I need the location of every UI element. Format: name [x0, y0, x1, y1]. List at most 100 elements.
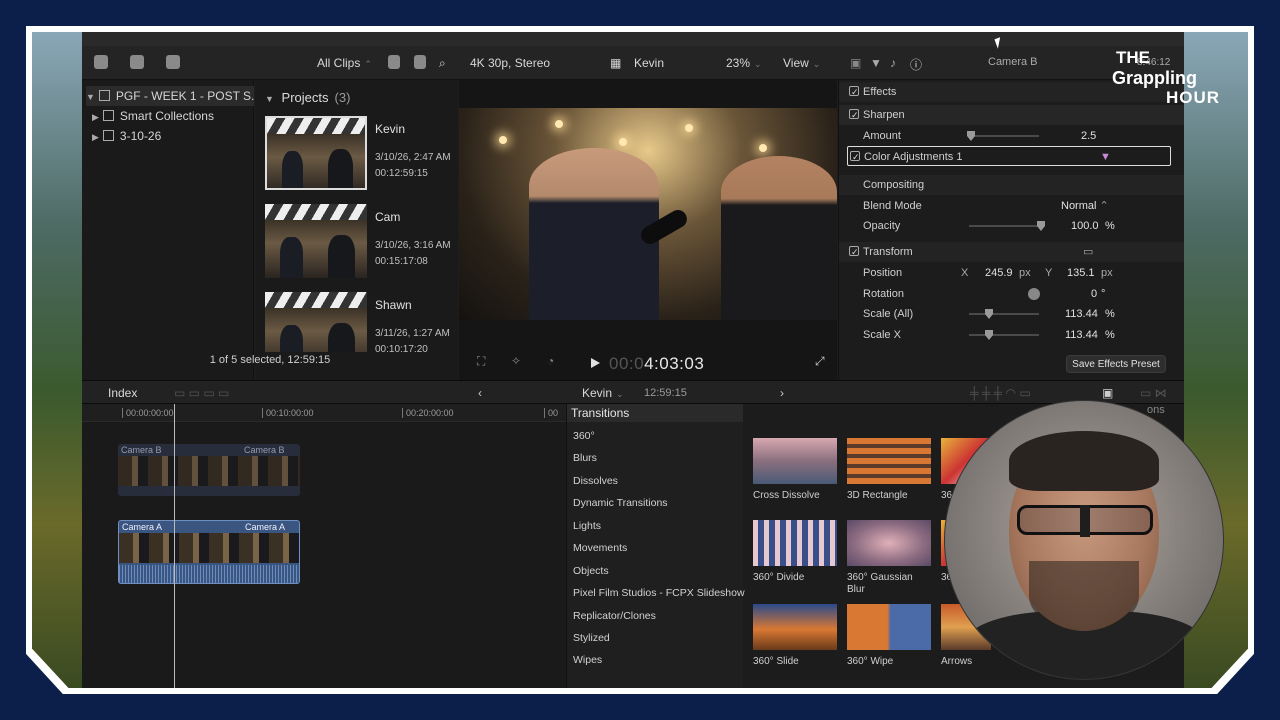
transform-tool-icon[interactable]: ⛶: [477, 354, 485, 369]
edit-tools-icon[interactable]: ▭ ▭ ▭ ▭: [174, 386, 229, 400]
project-clip-cam[interactable]: Cam 3/10/26, 3:16 AM 00:15:17:08: [265, 204, 455, 284]
ruler-tick: 00:00:00:00: [122, 408, 174, 418]
search-icon[interactable]: ⌕: [439, 56, 446, 71]
filmstrip-view-icon[interactable]: [414, 55, 426, 69]
save-effects-preset-button[interactable]: Save Effects Preset: [1066, 355, 1166, 373]
position-y-value[interactable]: 135.1: [1067, 263, 1095, 283]
chevron-updown-icon: ⌃: [1099, 200, 1109, 212]
library-item-pgf-week-1[interactable]: ▼ PGF - WEEK 1 - POST S...: [86, 86, 261, 106]
library-icon[interactable]: [94, 55, 108, 69]
rotation-value[interactable]: 0: [1091, 284, 1097, 304]
disclosure-right-icon[interactable]: ▶: [92, 132, 99, 142]
audio-inspector-icon[interactable]: ♪: [890, 56, 896, 70]
transition-tile-360-divide[interactable]: [753, 520, 837, 566]
titles-icon[interactable]: [166, 55, 180, 69]
retime-icon[interactable]: ◔: [547, 354, 554, 368]
category-item[interactable]: Pixel Film Studios - FCPX Slideshow: [573, 587, 745, 599]
opacity-value[interactable]: 100.0: [1071, 216, 1099, 236]
opacity-slider-track[interactable]: [969, 225, 1039, 227]
transition-tile-cross-dissolve[interactable]: [753, 438, 837, 484]
scale-all-value[interactable]: 113.44: [1065, 304, 1098, 324]
projects-header[interactable]: ▼ Projects (3): [265, 90, 350, 105]
opacity-slider-knob[interactable]: [1037, 221, 1045, 231]
category-item[interactable]: Dynamic Transitions: [573, 497, 668, 509]
transition-tile-360-slide[interactable]: [753, 604, 837, 650]
timeline-index-button[interactable]: Index: [108, 386, 137, 400]
effects-browser-icon[interactable]: ▣: [1102, 386, 1113, 400]
project-clip-shawn[interactable]: Shawn 3/11/26, 1:27 AM 00:10:17:20: [265, 292, 455, 352]
position-x-value[interactable]: 245.9: [985, 263, 1013, 283]
play-button[interactable]: [591, 358, 600, 368]
transform-section[interactable]: Transform ▭: [839, 242, 1184, 262]
all-clips-label: All Clips: [317, 56, 361, 70]
transform-onscreen-icon[interactable]: ▭: [1083, 242, 1093, 262]
clip-label: Camera A: [122, 522, 163, 532]
category-item[interactable]: 360°: [573, 430, 595, 442]
compositing-section[interactable]: Compositing: [839, 175, 1184, 195]
category-item[interactable]: Movements: [573, 542, 627, 554]
audio-tools-icon[interactable]: ╪ ╪ ╪ ◠ ▭: [970, 386, 1031, 400]
forward-arrow-icon[interactable]: ›: [780, 386, 784, 400]
transitions-browser-icon[interactable]: ▭ ⋈: [1140, 386, 1167, 400]
project-clip-kevin[interactable]: Kevin 3/10/26, 2:47 AM 00:12:59:15: [265, 116, 455, 196]
info-inspector-icon[interactable]: ⓘ: [910, 56, 922, 73]
category-item[interactable]: Stylized: [573, 632, 610, 644]
scale-x-slider-track[interactable]: [969, 334, 1039, 336]
all-clips-dropdown[interactable]: All Clips ⌃: [317, 56, 372, 70]
event-star-icon: [102, 130, 114, 141]
color-board-icon[interactable]: ▼: [1100, 147, 1111, 167]
disclosure-down-icon[interactable]: ▼: [265, 94, 274, 104]
clip-camera-a[interactable]: Camera A Camera A: [118, 520, 300, 584]
category-item[interactable]: Dissolves: [573, 475, 618, 487]
transition-tile-360-wipe[interactable]: [847, 604, 931, 650]
color-adjustments-checkbox[interactable]: [850, 147, 860, 167]
timeline-project-dropdown[interactable]: Kevin ⌄: [582, 386, 624, 400]
filter-inspector-icon[interactable]: ▼: [870, 56, 882, 70]
options-fragment[interactable]: ons: [1147, 404, 1165, 416]
library-item-event-3-10-26[interactable]: ▶ 3-10-26: [92, 126, 161, 146]
disclosure-down-icon[interactable]: ▼: [86, 92, 95, 102]
blend-mode-label: Blend Mode: [863, 200, 922, 212]
transform-checkbox[interactable]: [849, 242, 859, 262]
opacity-unit: %: [1105, 220, 1115, 232]
category-item[interactable]: Blurs: [573, 452, 597, 464]
timeline-ruler[interactable]: 00:00:00:00 00:10:00:00 00:20:00:00 00: [82, 404, 566, 422]
video-inspector-icon[interactable]: ▣: [850, 56, 861, 70]
scale-x-slider-knob[interactable]: [985, 330, 993, 340]
amount-slider-track[interactable]: [969, 135, 1039, 137]
timeline[interactable]: 00:00:00:00 00:10:00:00 00:20:00:00 00 C…: [82, 404, 566, 688]
view-dropdown[interactable]: View ⌄: [783, 56, 820, 70]
px-unit: px: [1101, 267, 1113, 279]
playhead[interactable]: [174, 404, 175, 688]
clip-camera-b[interactable]: Camera B Camera B: [118, 444, 300, 496]
px-unit: px: [1019, 267, 1031, 279]
list-view-icon[interactable]: [388, 55, 400, 69]
library-item-smart-collections[interactable]: ▶ Smart Collections: [92, 106, 214, 126]
sharpen-effect[interactable]: Sharpen: [839, 105, 1184, 125]
amount-value[interactable]: 2.5: [1081, 126, 1096, 146]
scale-all-slider-knob[interactable]: [985, 309, 993, 319]
category-item[interactable]: Wipes: [573, 654, 602, 666]
fullscreen-icon[interactable]: ⤢: [815, 354, 825, 369]
scale-x-value[interactable]: 113.44: [1065, 325, 1098, 345]
enhance-icon[interactable]: ✧: [511, 354, 521, 368]
blend-mode-dropdown[interactable]: Normal ⌃: [1061, 196, 1109, 216]
viewer-video-frame[interactable]: [459, 108, 837, 320]
viewer-panel: ⛶ ✧ ◔ 00:04:03:03 ⤢: [459, 80, 837, 380]
ruler-tick: 00:10:00:00: [262, 408, 314, 418]
disclosure-right-icon[interactable]: ▶: [92, 112, 99, 122]
photos-icon[interactable]: [130, 55, 144, 69]
scale-all-slider-track[interactable]: [969, 313, 1039, 315]
transition-tile-360-gaussian-blur[interactable]: [847, 520, 931, 566]
color-adjustments-effect[interactable]: Color Adjustments 1 ▼: [847, 146, 1171, 167]
category-item[interactable]: Objects: [573, 565, 609, 577]
effects-checkbox[interactable]: [849, 82, 859, 102]
rotation-dial[interactable]: [1028, 288, 1040, 300]
transition-tile-3d-rectangle[interactable]: [847, 438, 931, 484]
sharpen-checkbox[interactable]: [849, 105, 859, 125]
back-arrow-icon[interactable]: ‹: [478, 386, 482, 400]
category-item[interactable]: Replicator/Clones: [573, 610, 656, 622]
category-item[interactable]: Lights: [573, 520, 601, 532]
amount-slider-knob[interactable]: [967, 131, 975, 141]
zoom-dropdown[interactable]: 23% ⌄: [726, 56, 762, 70]
